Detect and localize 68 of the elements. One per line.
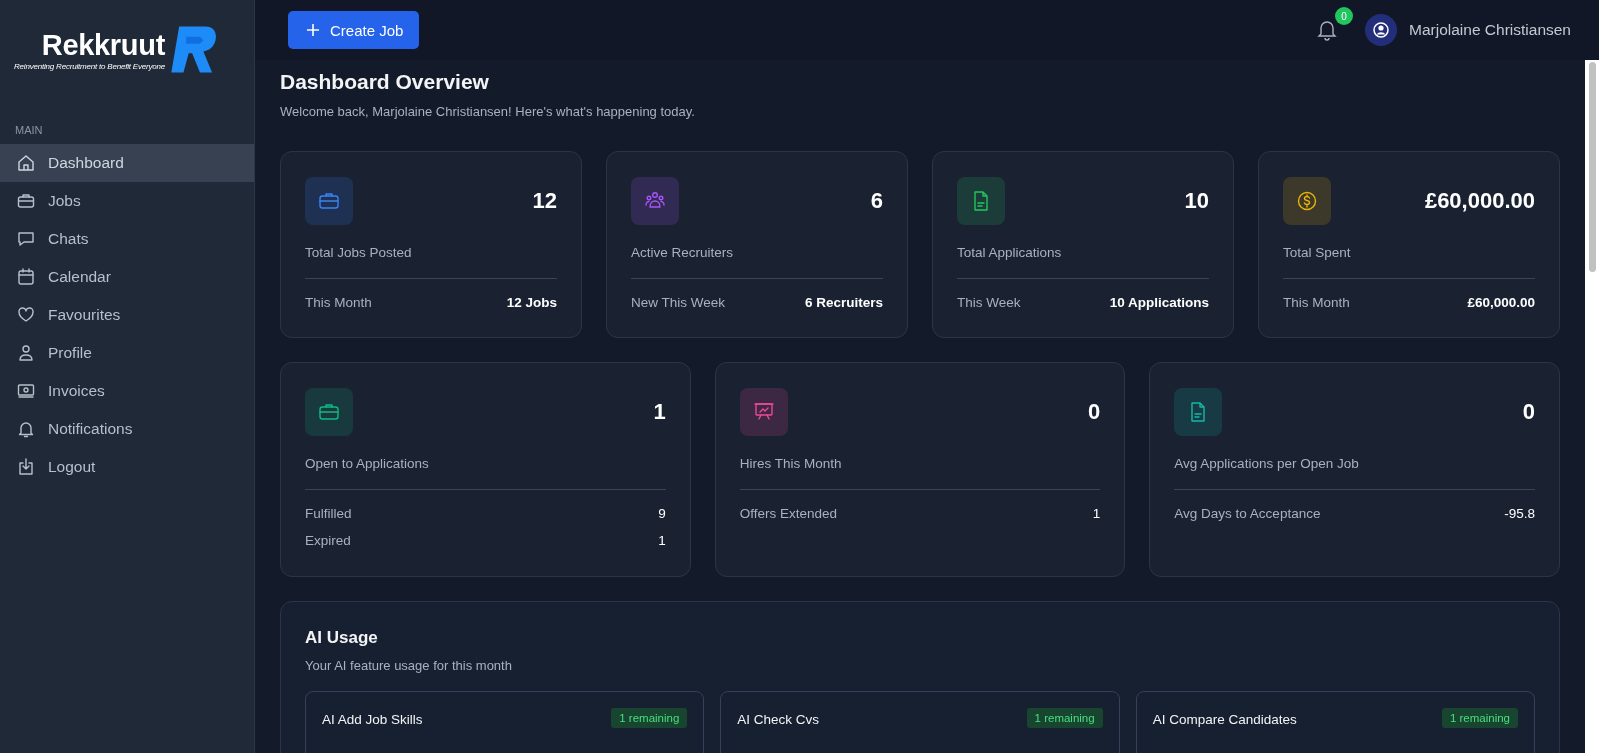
stat-label: Total Spent: [1283, 245, 1535, 279]
stat-label: Open to Applications: [305, 456, 666, 490]
section-label: MAIN: [14, 123, 44, 136]
remaining-badge: 1 remaining: [1026, 708, 1103, 728]
detail-value: 9: [658, 506, 666, 521]
detail-value: 1: [1092, 506, 1101, 521]
page-title: Dashboard Overview: [280, 70, 490, 94]
logout-icon: [16, 457, 36, 477]
detail-label: This Month: [1283, 295, 1350, 310]
detail-label: Avg Days to Acceptance: [1174, 506, 1321, 521]
stat-value: 1: [653, 399, 666, 425]
nav-item[interactable]: Notifications: [0, 410, 254, 448]
remaining-badge: 1 remaining: [1441, 708, 1518, 728]
calendar-icon: [16, 267, 36, 287]
stat-label: Active Recruiters: [631, 245, 883, 279]
detail-value: 10 Applications: [1109, 295, 1209, 310]
nav-item[interactable]: Favourites: [0, 296, 254, 334]
detail-value: 6 Recruiters: [804, 295, 883, 310]
house-icon: [16, 153, 36, 173]
avatar-icon[interactable]: [1365, 14, 1398, 46]
brand-name: Rekkruut: [41, 31, 166, 60]
detail-label: New This Week: [631, 295, 726, 310]
stat-label: Total Jobs Posted: [305, 245, 557, 279]
bell-icon[interactable]: [1317, 19, 1338, 41]
heart-icon: [16, 305, 36, 325]
banknote-icon: [16, 381, 36, 401]
detail-label: Expired: [305, 533, 351, 548]
scrollbar[interactable]: [1585, 60, 1599, 753]
detail-value: -95.8: [1504, 506, 1535, 521]
person-icon: [16, 343, 36, 363]
briefcase-icon: [16, 191, 36, 211]
stat-value: 0: [1088, 399, 1101, 425]
feature-name: AI Compare Candidates: [1152, 712, 1297, 727]
bell-icon: [16, 419, 36, 439]
section-subtitle: Your AI feature usage for this month: [305, 658, 513, 673]
page-subtitle: Welcome back, Marjolaine Christiansen! Here's what's happening today.: [280, 104, 696, 119]
nav-item[interactable]: Logout: [0, 448, 254, 486]
feature-name: AI Check Cvs: [737, 712, 820, 727]
detail-value: 12 Jobs: [506, 295, 557, 310]
stat-label: Hires This Month: [739, 456, 1101, 490]
detail-label: This Month: [305, 295, 372, 310]
nav-item[interactable]: Invoices: [0, 372, 254, 410]
nav-item[interactable]: Profile: [0, 334, 254, 372]
nav-item[interactable]: Dashboard: [0, 144, 254, 182]
plus-icon: [306, 23, 320, 37]
create-job-button[interactable]: Create Job: [288, 11, 420, 49]
stat-value: 12: [532, 188, 557, 214]
detail-label: This Week: [957, 295, 1021, 310]
detail-label: Fulfilled: [305, 506, 352, 521]
feature-name: AI Add Job Skills: [322, 712, 423, 727]
detail-value: £60,000.00: [1467, 295, 1535, 310]
nav-item[interactable]: Chats: [0, 220, 254, 258]
nav-item[interactable]: Jobs: [0, 182, 254, 220]
stat-label: Total Applications: [957, 245, 1209, 279]
notification-count: 0: [1335, 7, 1354, 25]
brand-tagline: Reinventing Recruitment to Benefit Everyone: [14, 62, 166, 71]
stat-value: 10: [1184, 188, 1209, 214]
dollar-coin-icon: [1295, 189, 1319, 213]
nav-item[interactable]: Calendar: [0, 258, 254, 296]
detail-label: Offers Extended: [739, 506, 837, 521]
section-title: AI Usage: [305, 628, 379, 648]
stat-label: Avg Applications per Open Job: [1174, 456, 1535, 490]
stat-value: 0: [1522, 399, 1535, 425]
remaining-badge: 1 remaining: [611, 708, 688, 728]
stat-value: £60,000.00: [1424, 188, 1535, 214]
user-name[interactable]: Marjolaine Christiansen: [1409, 21, 1571, 39]
detail-value: 1: [658, 533, 666, 548]
stat-value: 6: [870, 188, 883, 214]
